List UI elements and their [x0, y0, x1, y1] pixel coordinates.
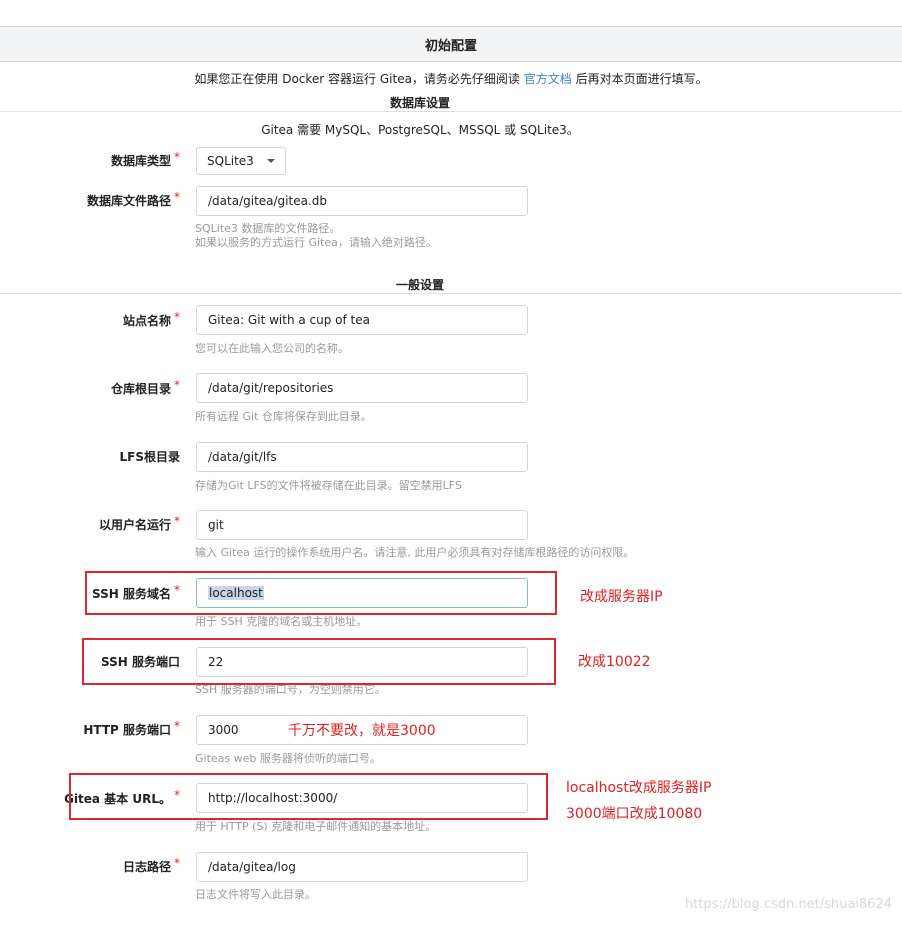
ssh-port-help: SSH 服务器的端口号，为空则禁用它。 [195, 683, 386, 696]
repo-root-help: 所有远程 Git 仓库将保存到此目录。 [195, 410, 372, 423]
annotation-ssh-domain: 改成服务器IP [580, 589, 663, 605]
database-section-title: 数据库设置 [389, 96, 450, 110]
annotation-box-base-url [69, 773, 548, 820]
general-section-title: 一般设置 [395, 278, 444, 292]
annotation-base-url-1: localhost改成服务器IP [566, 780, 712, 796]
official-docs-link[interactable]: 官方文档 [524, 72, 572, 86]
repo-root-input[interactable]: /data/git/repositories [196, 373, 528, 403]
page-header: 初始配置 [0, 26, 902, 62]
docker-notice: 如果您正在使用 Docker 容器运行 Gitea，请务必先仔细阅读 官方文档 … [194, 72, 708, 86]
annotation-ssh-port: 改成10022 [578, 654, 651, 670]
lfs-root-help: 存储为Git LFS的文件将被存储在此目录。留空禁用LFS [195, 479, 462, 492]
site-name-help: 您可以在此输入您公司的名称。 [195, 342, 349, 355]
db-path-help: SQLite3 数据库的文件路径。 如果以服务的方式运行 Gitea，请输入绝对路… [195, 222, 437, 249]
annotation-box-ssh-domain [85, 571, 557, 615]
db-path-label: 数据库文件路径 * [86, 190, 180, 208]
database-description: Gitea 需要 MySQL、PostgreSQL、MSSQL 或 SQLite… [261, 123, 579, 137]
divider [0, 111, 902, 112]
repo-root-label: 仓库根目录 * [110, 378, 180, 396]
chevron-down-icon [267, 159, 275, 163]
lfs-root-label: LFS根目录 [119, 450, 181, 464]
run-user-input[interactable]: git [196, 510, 528, 540]
site-name-input[interactable]: Gitea: Git with a cup of tea [196, 305, 528, 335]
db-path-input[interactable]: /data/gitea/gitea.db [196, 186, 528, 216]
ssh-domain-help: 用于 SSH 克隆的域名或主机地址。 [195, 615, 368, 628]
lfs-root-input[interactable]: /data/git/lfs [196, 442, 528, 472]
page-title: 初始配置 [424, 38, 477, 54]
divider [0, 293, 902, 294]
db-type-select[interactable]: SQLite3 [196, 147, 286, 175]
site-name-label: 站点名称 * [122, 310, 180, 328]
watermark: https://blog.csdn.net/shuai8624 [685, 897, 892, 912]
http-port-label: HTTP 服务端口 * [83, 719, 180, 737]
http-port-help: Giteas web 服务器将侦听的端口号。 [195, 752, 381, 765]
annotation-box-ssh-port [82, 638, 556, 685]
log-path-label: 日志路径 * [122, 856, 180, 874]
log-path-input[interactable]: /data/gitea/log [196, 852, 528, 882]
run-user-help: 输入 Gitea 运行的操作系统用户名。请注意, 此用户必须具有对存储库根路径的… [195, 546, 635, 559]
annotation-base-url-2: 3000端口改成10080 [566, 806, 703, 822]
log-path-help: 日志文件将写入此目录。 [195, 888, 316, 901]
run-user-label: 以用户名运行 * [98, 514, 180, 532]
base-url-help: 用于 HTTP (S) 克隆和电子邮件通知的基本地址。 [195, 820, 437, 833]
db-type-label: 数据库类型 * [110, 150, 180, 168]
annotation-http-port: 千万不要改，就是3000 [288, 723, 436, 739]
